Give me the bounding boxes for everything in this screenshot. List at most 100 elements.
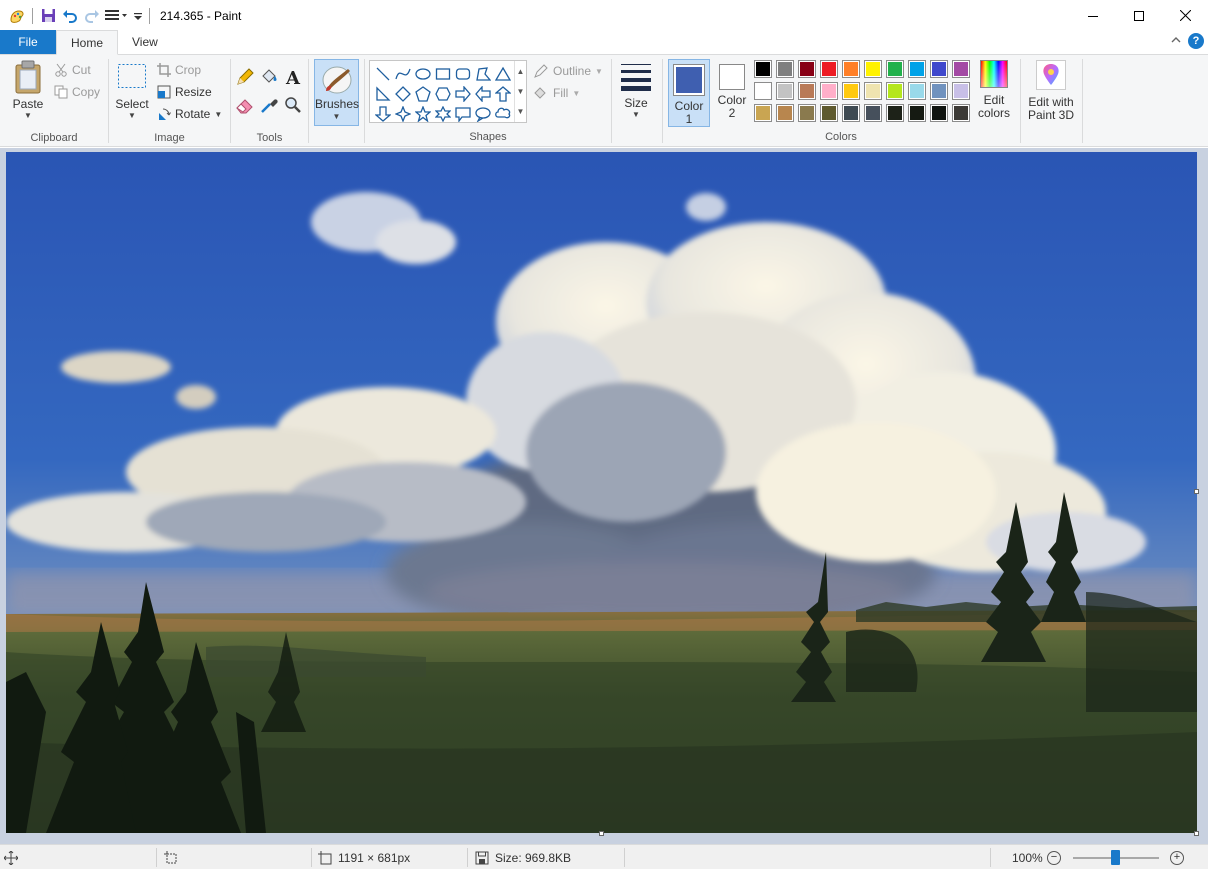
- left-arrow-shape-icon[interactable]: [473, 84, 493, 104]
- polygon-shape-icon[interactable]: [473, 64, 493, 84]
- scroll-down-icon[interactable]: ▼: [517, 87, 525, 96]
- hexagon-shape-icon[interactable]: [433, 84, 453, 104]
- close-button[interactable]: [1162, 0, 1208, 31]
- palette-swatch[interactable]: [952, 104, 970, 122]
- palette-swatch[interactable]: [908, 82, 926, 100]
- brushes-dropdown-icon[interactable]: ▼: [315, 112, 358, 121]
- palette-swatch[interactable]: [952, 60, 970, 78]
- edit-colors-button[interactable]: Edit colors: [974, 60, 1014, 120]
- paste-dropdown-icon[interactable]: ▼: [24, 111, 32, 120]
- rectangle-shape-icon[interactable]: [433, 64, 453, 84]
- size-button[interactable]: Size ▼: [616, 61, 656, 119]
- palette-swatch[interactable]: [798, 82, 816, 100]
- triangle-shape-icon[interactable]: [493, 64, 513, 84]
- help-button[interactable]: ?: [1188, 33, 1204, 49]
- minimize-ribbon-icon[interactable]: [1170, 34, 1182, 49]
- fill-bucket-icon[interactable]: [259, 67, 279, 90]
- canvas-resize-handle-corner[interactable]: [1194, 831, 1199, 836]
- palette-swatch[interactable]: [820, 104, 838, 122]
- rounded-rectangle-shape-icon[interactable]: [453, 64, 473, 84]
- rectangular-callout-shape-icon[interactable]: [453, 104, 473, 124]
- cut-button[interactable]: Cut: [54, 60, 91, 80]
- palette-swatch[interactable]: [886, 60, 904, 78]
- palette-swatch[interactable]: [754, 82, 772, 100]
- pentagon-shape-icon[interactable]: [413, 84, 433, 104]
- palette-swatch[interactable]: [776, 60, 794, 78]
- magnifier-icon[interactable]: [283, 95, 303, 118]
- size-dropdown-icon[interactable]: ▼: [632, 110, 640, 119]
- canvas-resize-handle-right[interactable]: [1194, 489, 1199, 494]
- minimize-button[interactable]: [1070, 0, 1116, 31]
- color2-button[interactable]: Color 2: [711, 59, 753, 127]
- fill-button[interactable]: Fill ▼: [533, 83, 580, 103]
- redo-icon[interactable]: [81, 5, 103, 27]
- copy-button[interactable]: Copy: [54, 82, 100, 102]
- palette-swatch[interactable]: [842, 82, 860, 100]
- drawing-canvas[interactable]: [6, 152, 1197, 833]
- customize-menu-icon[interactable]: [103, 5, 131, 27]
- palette-swatch[interactable]: [754, 104, 772, 122]
- select-dropdown-icon[interactable]: ▼: [128, 111, 136, 120]
- palette-swatch[interactable]: [864, 104, 882, 122]
- text-tool-icon[interactable]: A: [283, 67, 303, 90]
- palette-swatch[interactable]: [908, 104, 926, 122]
- resize-button[interactable]: Resize: [157, 82, 212, 102]
- palette-swatch[interactable]: [820, 82, 838, 100]
- qat-dropdown-icon[interactable]: [131, 5, 145, 27]
- pencil-icon[interactable]: [235, 67, 255, 90]
- rotate-dropdown-icon[interactable]: ▼: [214, 110, 222, 119]
- palette-swatch[interactable]: [886, 82, 904, 100]
- down-arrow-shape-icon[interactable]: [373, 104, 393, 124]
- expand-gallery-icon[interactable]: ▼: [517, 107, 525, 116]
- five-point-star-shape-icon[interactable]: [413, 104, 433, 124]
- cloud-callout-shape-icon[interactable]: [493, 104, 513, 124]
- tab-view[interactable]: View: [118, 30, 172, 54]
- palette-swatch[interactable]: [886, 104, 904, 122]
- palette-swatch[interactable]: [820, 60, 838, 78]
- canvas-resize-handle-bottom[interactable]: [599, 831, 604, 836]
- palette-swatch[interactable]: [952, 82, 970, 100]
- color1-button[interactable]: Color 1: [668, 59, 710, 127]
- palette-swatch[interactable]: [930, 82, 948, 100]
- palette-swatch[interactable]: [864, 60, 882, 78]
- palette-swatch[interactable]: [842, 104, 860, 122]
- paint-app-icon[interactable]: [6, 5, 28, 27]
- eraser-icon[interactable]: [235, 95, 255, 118]
- palette-swatch[interactable]: [776, 82, 794, 100]
- color-picker-icon[interactable]: [259, 95, 279, 118]
- select-button[interactable]: Select ▼: [115, 63, 149, 120]
- rotate-button[interactable]: Rotate ▼: [157, 104, 222, 124]
- oval-shape-icon[interactable]: [413, 64, 433, 84]
- palette-swatch[interactable]: [930, 60, 948, 78]
- outline-button[interactable]: Outline ▼: [533, 61, 603, 81]
- fill-dropdown-icon[interactable]: ▼: [572, 89, 580, 98]
- scroll-up-icon[interactable]: ▲: [517, 67, 525, 76]
- line-shape-icon[interactable]: [373, 64, 393, 84]
- zoom-in-button[interactable]: +: [1170, 845, 1184, 869]
- palette-swatch[interactable]: [754, 60, 772, 78]
- right-arrow-shape-icon[interactable]: [453, 84, 473, 104]
- palette-swatch[interactable]: [842, 60, 860, 78]
- palette-swatch[interactable]: [930, 104, 948, 122]
- edit-with-paint3d-button[interactable]: Edit with Paint 3D: [1024, 60, 1078, 122]
- up-arrow-shape-icon[interactable]: [493, 84, 513, 104]
- zoom-slider-thumb[interactable]: [1111, 850, 1120, 865]
- zoom-out-button[interactable]: −: [1047, 845, 1061, 869]
- oval-callout-shape-icon[interactable]: [473, 104, 493, 124]
- six-point-star-shape-icon[interactable]: [433, 104, 453, 124]
- undo-icon[interactable]: [59, 5, 81, 27]
- right-triangle-shape-icon[interactable]: [373, 84, 393, 104]
- palette-swatch[interactable]: [908, 60, 926, 78]
- outline-dropdown-icon[interactable]: ▼: [595, 67, 603, 76]
- curve-shape-icon[interactable]: [393, 64, 413, 84]
- brushes-button[interactable]: Brushes ▼: [314, 59, 359, 126]
- palette-swatch[interactable]: [798, 60, 816, 78]
- palette-swatch[interactable]: [776, 104, 794, 122]
- save-icon[interactable]: [37, 5, 59, 27]
- four-point-star-shape-icon[interactable]: [393, 104, 413, 124]
- diamond-shape-icon[interactable]: [393, 84, 413, 104]
- palette-swatch[interactable]: [798, 104, 816, 122]
- crop-button[interactable]: Crop: [157, 60, 201, 80]
- shapes-scrollbar[interactable]: ▲ ▼ ▼: [514, 61, 526, 122]
- palette-swatch[interactable]: [864, 82, 882, 100]
